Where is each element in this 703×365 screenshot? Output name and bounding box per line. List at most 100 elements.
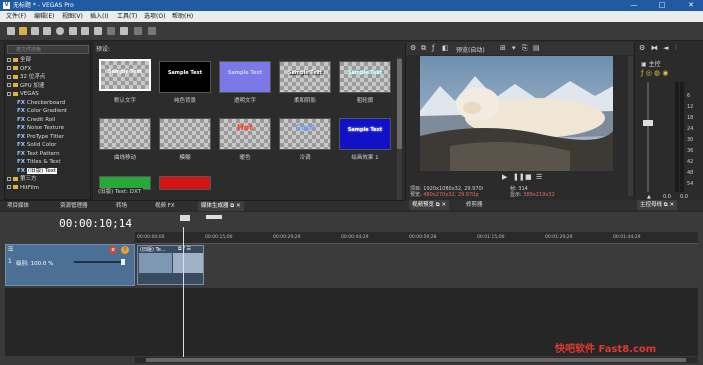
tree-folder[interactable]: VEGAS	[7, 90, 39, 98]
video-track-lane[interactable]: (旧版) Te... ⧉ ƒ ☰	[135, 244, 698, 286]
preview-scrollbar[interactable]	[628, 56, 633, 196]
grid-icon[interactable]: ⊞	[500, 44, 506, 52]
menu-insert[interactable]: 插入(I)	[88, 12, 110, 21]
tree-plugin[interactable]: FX Text Pattern	[17, 150, 60, 158]
close-button[interactable]: ✕	[679, 0, 703, 11]
tree-plugin[interactable]: FX Color Gradient	[17, 107, 67, 115]
fx-icon[interactable]: ƒ ◎ ◍ ◉	[641, 69, 668, 77]
expand-icon[interactable]	[7, 74, 11, 79]
search-input[interactable]: 按文件搜索	[7, 45, 89, 54]
level-slider-thumb[interactable]	[121, 259, 125, 265]
gear-icon[interactable]: ⚙	[410, 44, 416, 52]
track-menu-icon[interactable]: ☰	[8, 246, 13, 253]
tab-video-preview[interactable]: 视频预览 ⧉ ✕	[409, 200, 450, 210]
preset-thumb-curve[interactable]	[99, 118, 151, 150]
scrollbar-thumb[interactable]	[146, 358, 686, 362]
preview-quality-dropdown[interactable]: 预览(自动)	[456, 45, 485, 54]
menu-icon[interactable]: ☰	[536, 173, 542, 181]
tab-explorer[interactable]: 资源管理器	[57, 201, 91, 211]
copy-icon[interactable]	[94, 27, 102, 35]
gear-icon[interactable]: ⚙	[639, 44, 645, 52]
tree-folder[interactable]: HitFilm	[7, 184, 39, 192]
preset-thumb-blue[interactable]: Sample Text	[339, 118, 391, 150]
stop-icon[interactable]: ■	[525, 173, 532, 181]
external-monitor-icon[interactable]: ⧉	[421, 44, 426, 53]
tab-master-bus[interactable]: 主控母线 ⧉ ✕	[637, 200, 678, 210]
play-icon[interactable]: ▶	[502, 173, 507, 181]
expand-icon[interactable]	[7, 57, 11, 62]
tree-folder[interactable]: 第三方	[7, 175, 37, 183]
preset-thumb-cool[interactable]: Cool	[279, 118, 331, 150]
downmix-icon[interactable]: ◄	[663, 44, 668, 52]
preset-thumb-outline[interactable]: Sample Text	[339, 61, 391, 93]
preset-thumb-violet[interactable]: Sample Text	[219, 61, 271, 93]
fx-icon[interactable]: ƒ	[432, 44, 434, 52]
playhead-cursor[interactable]	[183, 227, 184, 362]
save-snapshot-icon[interactable]: ▤	[533, 44, 540, 52]
tree-folder[interactable]: OFX	[7, 65, 31, 73]
timeline-clip[interactable]: (旧版) Te... ⧉ ƒ ☰	[137, 245, 204, 285]
tree-plugin[interactable]: FX Titles & Text	[17, 158, 60, 166]
tab-video-fx[interactable]: 视频 FX	[152, 201, 178, 211]
loop-region-bar[interactable]	[206, 215, 222, 219]
split-screen-icon[interactable]: ◧	[442, 44, 449, 52]
copy-snapshot-icon[interactable]: ⎘	[522, 44, 528, 53]
preset-thumb-default[interactable]: Sample Text	[99, 59, 151, 91]
preset-thumb-blur[interactable]	[159, 118, 211, 150]
preset-thumb-hot[interactable]: Hot	[219, 118, 271, 150]
expand-icon[interactable]	[7, 83, 11, 87]
tree-plugin[interactable]: FX Solid Color	[17, 141, 56, 149]
minimize-button[interactable]: —	[622, 0, 646, 11]
tab-project-media[interactable]: 项目媒体	[4, 201, 32, 211]
video-track-header[interactable]: ☰ ø ! 1 级别: 100.0 %	[5, 244, 135, 286]
expand-icon[interactable]	[7, 91, 11, 96]
properties-icon[interactable]	[43, 27, 51, 35]
paste-icon[interactable]	[107, 27, 115, 35]
volume-fader[interactable]	[643, 120, 653, 126]
tab-trimmer[interactable]: 修剪器	[463, 200, 486, 210]
menu-options[interactable]: 选项(O)	[142, 12, 167, 21]
level-slider[interactable]	[74, 261, 124, 263]
marker-flag[interactable]	[180, 215, 190, 221]
tree-plugin[interactable]: FX Checkerboard	[17, 99, 65, 107]
expand-icon[interactable]	[7, 185, 11, 189]
insert-bus-icon[interactable]: ⧓	[651, 44, 658, 52]
tree-folder[interactable]: GPU 加速	[7, 82, 44, 90]
clip-fx-icon[interactable]: ⧉ ƒ ☰	[178, 246, 191, 252]
tree-folder[interactable]: 32 位浮点	[7, 73, 45, 81]
preset-thumb-black[interactable]: Sample Text	[159, 61, 211, 93]
pause-icon[interactable]: ❚❚	[513, 173, 525, 181]
open-icon[interactable]	[19, 27, 27, 35]
menu-view[interactable]: 视图(V)	[60, 12, 85, 21]
tree-plugin[interactable]: FX ProType Titler	[17, 133, 64, 141]
render-icon[interactable]	[69, 27, 77, 35]
tab-transitions[interactable]: 转场	[113, 201, 130, 211]
save-icon[interactable]	[31, 27, 39, 35]
timeline-ruler[interactable]: 00:00:00;00 00:00:15;00 00:00:29;29 00:00:4…	[135, 232, 698, 244]
tree-plugin[interactable]: FX Credit Roll	[17, 116, 55, 124]
mixer-icon[interactable]: ⫶	[675, 44, 677, 53]
preset-thumb-shadow[interactable]: Sample Text	[279, 61, 331, 93]
tree-plugin[interactable]: FX Noise Texture	[17, 124, 64, 132]
timeline-scrollbar[interactable]	[135, 357, 698, 363]
solo-icon[interactable]: !	[121, 246, 129, 254]
history-icon[interactable]	[148, 27, 156, 35]
expand-icon[interactable]	[7, 66, 11, 70]
menu-file[interactable]: 文件(F)	[4, 12, 28, 21]
cut-icon[interactable]	[81, 27, 89, 35]
presets-scrollbar[interactable]	[397, 57, 402, 200]
preset-thumb-red[interactable]	[159, 176, 211, 190]
new-icon[interactable]	[7, 27, 15, 35]
menu-edit[interactable]: 编辑(E)	[32, 12, 56, 21]
scrollbar-thumb[interactable]	[397, 59, 402, 149]
tree-plugin[interactable]: FX (旧版) Text	[17, 167, 58, 175]
tree-folder[interactable]: 全部	[7, 56, 31, 64]
menu-help[interactable]: 帮助(H)	[170, 12, 195, 21]
overlay-icon[interactable]: ▾	[512, 44, 516, 52]
settings-icon[interactable]	[56, 27, 64, 35]
undo-icon[interactable]	[120, 27, 128, 35]
mute-icon[interactable]: ø	[109, 246, 117, 254]
maximize-button[interactable]: □	[650, 0, 674, 11]
redo-icon[interactable]	[134, 27, 142, 35]
tab-media-generators[interactable]: 媒体生成器 ⧉ ✕	[198, 201, 244, 211]
